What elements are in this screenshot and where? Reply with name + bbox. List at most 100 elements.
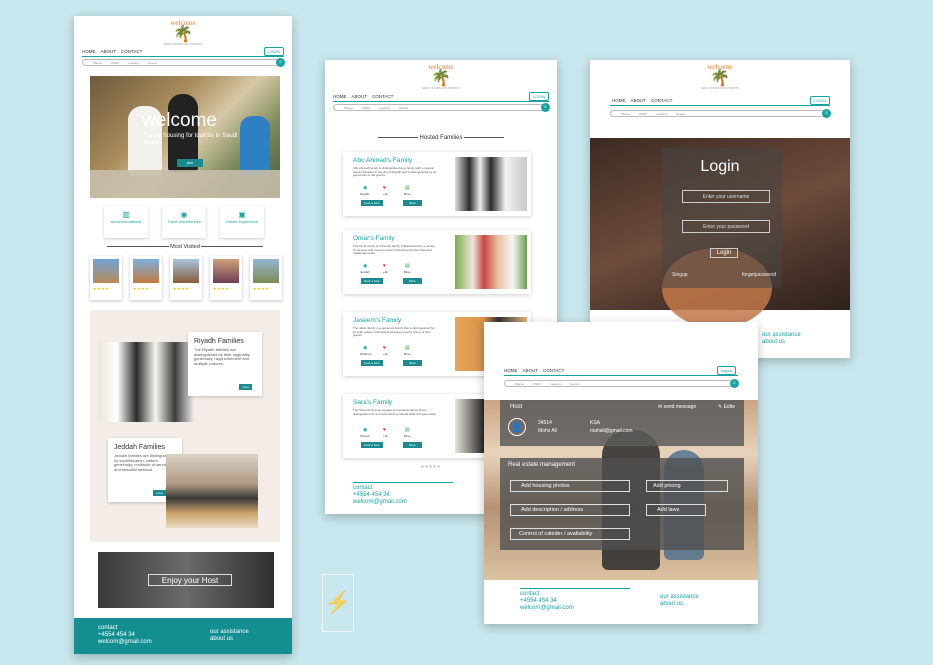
family-name[interactable]: Sara's Family bbox=[353, 399, 392, 406]
search-guests[interactable]: Guests bbox=[570, 382, 580, 386]
username-input[interactable]: Enter your username bbox=[682, 190, 770, 203]
search-icon[interactable]: ⌕ bbox=[541, 103, 550, 112]
footer-email[interactable]: welcom@gmail.com bbox=[520, 605, 630, 612]
nav-home[interactable]: HOME bbox=[333, 94, 347, 99]
footer-assistance-link[interactable]: our assistance bbox=[762, 332, 801, 339]
footer-phone: +4554 454 34 bbox=[353, 492, 390, 498]
search-bar[interactable]: Places Which Leaving Guests ⌕ bbox=[610, 109, 831, 118]
search-places[interactable]: Places bbox=[344, 106, 353, 110]
more-button[interactable]: More bbox=[403, 360, 422, 366]
login-submit-button[interactable]: Login bbox=[710, 248, 738, 258]
rating-stars: ★★★★☆ bbox=[253, 286, 274, 291]
family-name[interactable]: Omar's Family bbox=[353, 235, 395, 242]
jeddah-photo bbox=[166, 454, 258, 528]
search-places[interactable]: Places bbox=[621, 112, 630, 116]
location-icon: ◉ bbox=[363, 263, 368, 269]
search-guests[interactable]: Guests bbox=[399, 106, 409, 110]
feature-card[interactable]: ▣ Online experience bbox=[220, 206, 264, 238]
nav-divider bbox=[82, 56, 284, 57]
nav-about[interactable]: ABOUT bbox=[523, 368, 539, 373]
nav-contact[interactable]: CONTACT bbox=[372, 94, 393, 99]
login-button[interactable]: LOGIN bbox=[528, 92, 549, 101]
nav-contact[interactable]: CONTACT bbox=[121, 49, 142, 54]
book-host-button[interactable]: book a host bbox=[361, 278, 383, 284]
join-button[interactable]: join bbox=[177, 159, 203, 167]
nav-about[interactable]: ABOUT bbox=[352, 94, 368, 99]
search-icon[interactable]: ⌕ bbox=[276, 58, 285, 67]
add-laws-button[interactable]: Add laws bbox=[646, 504, 706, 516]
nav-about[interactable]: ABOUT bbox=[101, 49, 117, 54]
nav-home[interactable]: HOME bbox=[504, 368, 518, 373]
book-host-button[interactable]: book a host bbox=[361, 200, 383, 206]
pagination-dots[interactable]: ●●●●● bbox=[421, 464, 441, 470]
footer-email[interactable]: welcom@gmail.com bbox=[353, 499, 453, 506]
feature-label: Online experience bbox=[225, 219, 259, 224]
visited-card[interactable]: ★★★★☆ bbox=[130, 256, 162, 300]
edit-link[interactable]: ✎ Edite bbox=[718, 404, 735, 410]
footer-assistance-link[interactable]: our assistance bbox=[210, 629, 249, 636]
search-guests[interactable]: Guests bbox=[148, 61, 158, 65]
riyadh-more-button[interactable]: more bbox=[239, 384, 252, 390]
footer-email[interactable]: welcom@gmail.com bbox=[98, 639, 152, 646]
search-bar[interactable]: Places Which Leaving Guests ⌕ bbox=[333, 103, 550, 112]
add-pricing-button[interactable]: Add pricing bbox=[646, 480, 728, 492]
forget-password-link[interactable]: forgetpassword bbox=[742, 272, 776, 278]
visited-card[interactable]: ★★★★☆ bbox=[250, 256, 282, 300]
search-which[interactable]: Which bbox=[533, 382, 541, 386]
host-footer-links: our assistance about us bbox=[660, 594, 699, 608]
search-places[interactable]: Places bbox=[93, 61, 102, 65]
login-button[interactable]: LOGIN bbox=[263, 47, 284, 56]
search-leaving[interactable]: Leaving bbox=[656, 112, 667, 116]
search-guests[interactable]: Guests bbox=[676, 112, 686, 116]
search-leaving[interactable]: Leaving bbox=[128, 61, 139, 65]
calendar-control-button[interactable]: Control of caleder / avaliability bbox=[510, 528, 630, 540]
visited-card[interactable]: ★★★★☆ bbox=[170, 256, 202, 300]
feature-card[interactable]: ▥ Accommodations bbox=[104, 206, 148, 238]
book-host-button[interactable]: book a host bbox=[361, 442, 383, 448]
add-description-button[interactable]: Add description / address bbox=[510, 504, 630, 516]
palm-icon: 🌴 bbox=[173, 26, 193, 43]
search-icon[interactable]: ⌕ bbox=[822, 109, 831, 118]
footer-about-link[interactable]: about us bbox=[762, 339, 801, 346]
family-name[interactable]: Abu Ahmad's Family bbox=[353, 157, 412, 164]
nav-home[interactable]: HOME bbox=[82, 49, 96, 54]
logout-button[interactable]: logout bbox=[717, 366, 736, 375]
search-which[interactable]: Which bbox=[639, 112, 647, 116]
footer-contact-label: contact bbox=[98, 625, 118, 631]
footer-assistance-link[interactable]: our assistance bbox=[660, 594, 699, 601]
nav-contact[interactable]: CONTACT bbox=[651, 98, 672, 103]
search-leaving[interactable]: Leaving bbox=[379, 106, 390, 110]
signup-link[interactable]: Singup bbox=[672, 272, 688, 278]
enjoy-button[interactable]: Enjoy your Host bbox=[148, 574, 232, 586]
book-host-button[interactable]: book a host bbox=[361, 360, 383, 366]
jeddah-more-button[interactable]: more bbox=[153, 490, 166, 496]
riyadh-title: Riyadh Families bbox=[194, 338, 244, 345]
more-button[interactable]: More bbox=[403, 278, 422, 284]
search-icon[interactable]: ⌕ bbox=[730, 379, 739, 388]
add-housing-photos-button[interactable]: Add housing photos bbox=[510, 480, 630, 492]
password-input[interactable]: Enter your password bbox=[682, 220, 770, 233]
more-button[interactable]: More bbox=[403, 200, 422, 206]
feature-card[interactable]: ◉ Travel experiences bbox=[162, 206, 206, 238]
nav-about[interactable]: ABOUT bbox=[631, 98, 647, 103]
nav-home[interactable]: HOME bbox=[612, 98, 626, 103]
search-places[interactable]: Places bbox=[515, 382, 524, 386]
nav-contact[interactable]: CONTACT bbox=[543, 368, 564, 373]
search-leaving[interactable]: Leaving bbox=[550, 382, 561, 386]
send-message-link[interactable]: ✉ send message bbox=[658, 404, 696, 410]
footer-about-link[interactable]: about us bbox=[210, 636, 249, 643]
search-which[interactable]: Which bbox=[362, 106, 370, 110]
footer-contact-label: contact bbox=[353, 485, 373, 491]
palm-icon: 🌴 bbox=[710, 70, 730, 87]
visited-card[interactable]: ★★★★☆ bbox=[210, 256, 242, 300]
more-button[interactable]: More bbox=[403, 442, 422, 448]
hosted-heading-label: Hosted Families bbox=[419, 135, 463, 141]
footer-about-link[interactable]: about us bbox=[660, 601, 699, 608]
family-name[interactable]: Jaseem's Family bbox=[353, 317, 401, 324]
login-button[interactable]: LOGIN bbox=[809, 96, 830, 105]
search-which[interactable]: Which bbox=[111, 61, 119, 65]
divider-line bbox=[464, 136, 505, 138]
search-bar[interactable]: Places Which Leaving Guests ⌕ bbox=[504, 379, 739, 388]
search-bar[interactable]: Places Which Leaving Guests ⌕ bbox=[82, 58, 285, 67]
visited-card[interactable]: ★★★★☆ bbox=[90, 256, 122, 300]
